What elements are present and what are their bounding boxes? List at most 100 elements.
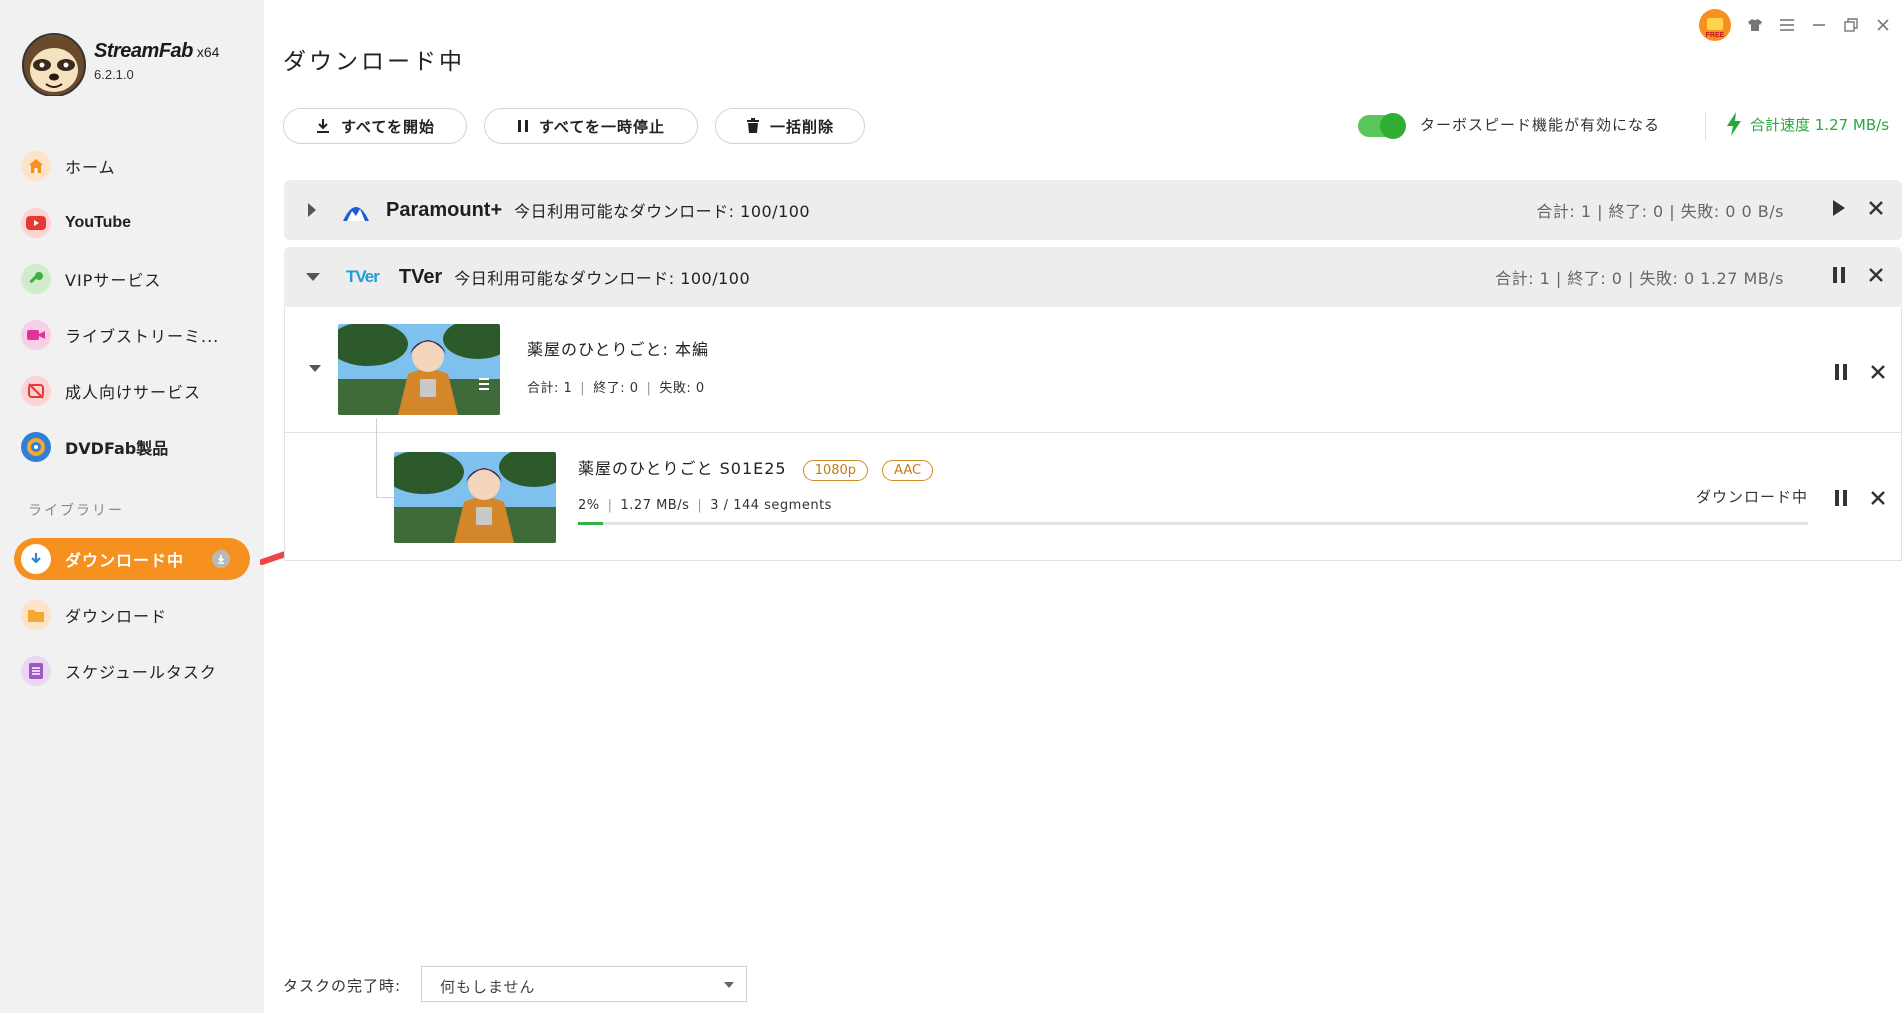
collapse-arrow-icon[interactable] bbox=[306, 273, 320, 281]
divider bbox=[284, 432, 1902, 433]
sidebar-item-label: ホーム bbox=[65, 158, 116, 177]
expand-arrow-icon[interactable] bbox=[308, 203, 316, 217]
sidebar-item-downloading[interactable]: ダウンロード中 bbox=[14, 538, 250, 580]
close-icon[interactable] bbox=[1868, 200, 1884, 220]
pause-icon[interactable] bbox=[1832, 266, 1846, 288]
series-done: 終了: 0 bbox=[593, 381, 639, 396]
on-complete-label: タスクの完了時: bbox=[283, 977, 402, 995]
start-all-button[interactable]: すべてを開始 bbox=[283, 108, 467, 144]
window-controls: FREE bbox=[1698, 8, 1892, 42]
series-total: 合計: 1 bbox=[527, 381, 573, 396]
group-stats: 合計: 1 | 終了: 0 | 失敗: 0 0 B/s bbox=[1536, 202, 1784, 221]
quality-tag: 1080p bbox=[802, 460, 869, 481]
turbo-speed-label: ターボスピード機能が有効になる bbox=[1420, 116, 1661, 134]
play-icon[interactable] bbox=[1832, 199, 1846, 221]
sidebar-item-vip[interactable]: VIPサービス bbox=[14, 258, 250, 300]
sidebar-item-label: スケジュールタスク bbox=[65, 663, 217, 682]
sidebar-item-youtube[interactable]: YouTube bbox=[14, 202, 250, 244]
audio-tag: AAC bbox=[882, 460, 934, 481]
sidebar: StreamFab x64 6.2.1.0 ホーム YouTube VIPサービス… bbox=[0, 0, 264, 1013]
total-speed-label: 合計速度 1.27 MB/s bbox=[1750, 115, 1890, 134]
tree-connector bbox=[376, 497, 394, 498]
brand: StreamFab x64 6.2.1.0 bbox=[94, 40, 219, 82]
app-name: StreamFab bbox=[94, 40, 193, 62]
pause-icon[interactable] bbox=[1834, 489, 1848, 511]
episode-title: 薬屋のひとりごと S01E25 bbox=[578, 459, 787, 478]
dvdfab-icon bbox=[21, 432, 51, 462]
group-quota: 今日利用可能なダウンロード: 100/100 bbox=[454, 269, 751, 288]
sidebar-item-label: ダウンロード中 bbox=[65, 551, 185, 570]
youtube-icon bbox=[21, 208, 51, 238]
group-row-tver[interactable]: TVer TVer 今日利用可能なダウンロード: 100/100 合計: 1 |… bbox=[284, 247, 1902, 307]
start-all-label: すべてを開始 bbox=[340, 117, 436, 136]
download-icon bbox=[316, 119, 329, 133]
episode-segments: 3 / 144 segments bbox=[710, 498, 832, 513]
sidebar-item-label: DVDFab製品 bbox=[65, 439, 169, 458]
group-name: TVer bbox=[398, 265, 443, 288]
total-speed: 合計速度 1.27 MB/s bbox=[1726, 112, 1889, 136]
sidebar-item-label: 成人向けサービス bbox=[65, 383, 202, 402]
series-stats: 合計: 1 | 終了: 0 | 失敗: 0 bbox=[527, 381, 705, 396]
sidebar-item-dvdfab[interactable]: DVDFab製品 bbox=[14, 426, 250, 468]
tver-logo-icon: TVer bbox=[346, 267, 380, 286]
episode-progress-bar bbox=[578, 522, 1808, 525]
progress-fill bbox=[578, 522, 603, 525]
adult-blocked-icon bbox=[21, 376, 51, 406]
sidebar-item-schedule[interactable]: スケジュールタスク bbox=[14, 650, 250, 692]
pause-all-button[interactable]: すべてを一時停止 bbox=[484, 108, 698, 144]
collapse-arrow-icon[interactable] bbox=[309, 365, 321, 372]
svg-text:FREE: FREE bbox=[1706, 32, 1725, 39]
sidebar-item-label: ダウンロード bbox=[65, 607, 168, 626]
paramount-logo-icon bbox=[340, 194, 372, 226]
episode-stats: 2% | 1.27 MB/s | 3 / 144 segments bbox=[578, 498, 832, 513]
restore-icon[interactable] bbox=[1842, 16, 1860, 34]
series-title: 薬屋のひとりごと: 本編 bbox=[527, 340, 709, 359]
library-section-label: ライブラリー bbox=[28, 503, 124, 519]
trash-icon bbox=[746, 118, 759, 133]
sidebar-item-livestream[interactable]: ライブストリーミ... bbox=[14, 314, 250, 356]
minimize-icon[interactable] bbox=[1810, 16, 1828, 34]
lightning-icon bbox=[1727, 112, 1741, 136]
sidebar-item-adult[interactable]: 成人向けサービス bbox=[14, 370, 250, 412]
sidebar-item-label: ライブストリーミ... bbox=[65, 327, 220, 346]
group-row-paramount[interactable]: Paramount+ 今日利用可能なダウンロード: 100/100 合計: 1 … bbox=[284, 180, 1902, 240]
group-name: Paramount+ bbox=[386, 198, 503, 221]
close-icon[interactable] bbox=[1870, 364, 1886, 384]
sidebar-item-home[interactable]: ホーム bbox=[14, 145, 250, 187]
streamfab-logo bbox=[20, 32, 88, 97]
on-complete-value: 何もしません bbox=[440, 978, 536, 996]
toggle-knob bbox=[1380, 113, 1406, 139]
delete-all-label: 一括削除 bbox=[769, 117, 834, 136]
close-window-icon[interactable] bbox=[1874, 16, 1892, 34]
menu-icon[interactable] bbox=[1778, 16, 1796, 34]
schedule-icon bbox=[21, 656, 51, 686]
pause-icon[interactable] bbox=[1834, 363, 1848, 385]
page-title: ダウンロード中 bbox=[283, 49, 465, 75]
series-thumbnail bbox=[338, 324, 500, 415]
episode-status: ダウンロード中 bbox=[1695, 488, 1808, 506]
sidebar-item-label: YouTube bbox=[65, 214, 132, 231]
group-stats: 合計: 1 | 終了: 0 | 失敗: 0 1.27 MB/s bbox=[1495, 269, 1784, 288]
episode-thumbnail bbox=[394, 452, 556, 543]
download-badge-icon bbox=[212, 550, 230, 568]
turbo-speed-toggle[interactable] bbox=[1358, 113, 1406, 139]
series-failed: 失敗: 0 bbox=[659, 381, 705, 396]
group-quota: 今日利用可能なダウンロード: 100/100 bbox=[514, 202, 811, 221]
pause-icon bbox=[517, 120, 528, 132]
episode-percent: 2% bbox=[578, 498, 600, 513]
close-icon[interactable] bbox=[1870, 490, 1886, 510]
download-arrow-icon bbox=[21, 544, 51, 574]
on-complete-select[interactable]: 何もしません bbox=[421, 966, 747, 1002]
app-arch: x64 bbox=[196, 44, 220, 60]
live-camera-icon bbox=[21, 320, 51, 350]
app-version: 6.2.1.0 bbox=[94, 67, 134, 82]
home-icon bbox=[21, 151, 51, 181]
free-gift-icon[interactable]: FREE bbox=[1698, 8, 1732, 42]
skin-shirt-icon[interactable] bbox=[1746, 16, 1764, 34]
sidebar-item-downloaded[interactable]: ダウンロード bbox=[14, 594, 250, 636]
episode-speed: 1.27 MB/s bbox=[620, 498, 690, 513]
delete-all-button[interactable]: 一括削除 bbox=[715, 108, 865, 144]
chevron-down-icon bbox=[724, 982, 734, 988]
close-icon[interactable] bbox=[1868, 267, 1884, 287]
tree-connector bbox=[376, 418, 377, 498]
